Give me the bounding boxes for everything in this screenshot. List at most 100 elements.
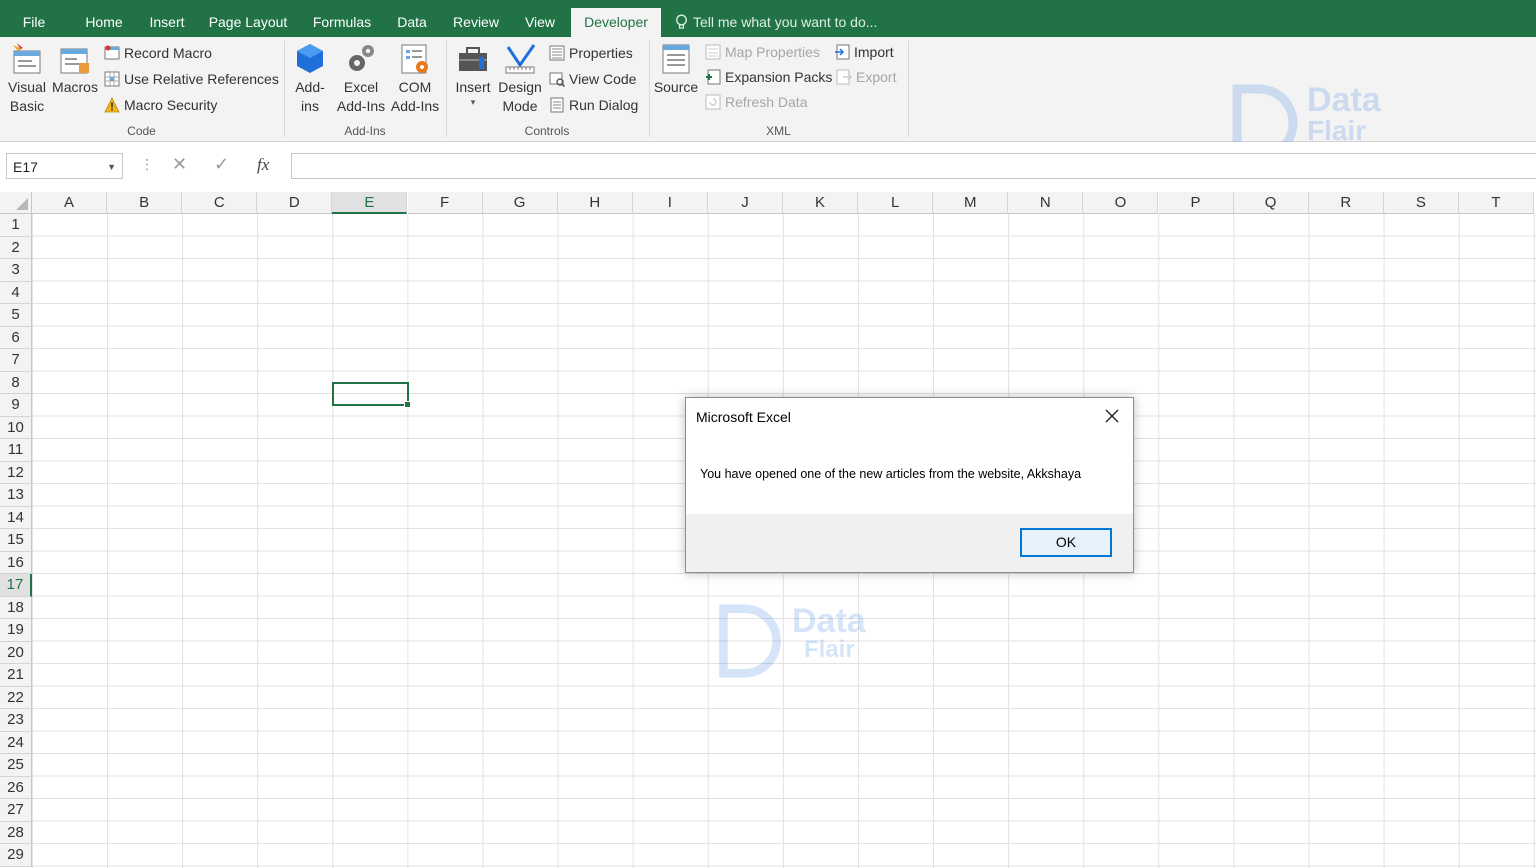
column-header-h[interactable]: H [557, 192, 633, 214]
row-header-5[interactable]: 5 [0, 304, 32, 327]
active-cell-e17[interactable] [332, 382, 411, 408]
tab-review[interactable]: Review [446, 0, 506, 37]
view-code-button[interactable]: View Code [549, 68, 636, 90]
row-header-2[interactable]: 2 [0, 236, 32, 259]
select-all-button[interactable] [0, 192, 32, 214]
refresh-data-button[interactable]: Refresh Data [705, 91, 807, 113]
tab-file[interactable]: File [12, 0, 56, 37]
tab-home[interactable]: Home [76, 0, 132, 37]
column-header-m[interactable]: M [933, 192, 1009, 214]
macro-security-label: Macro Security [124, 97, 218, 113]
column-header-g[interactable]: G [482, 192, 558, 214]
insert-controls-label: Insert [455, 79, 491, 95]
row-header-23[interactable]: 23 [0, 709, 32, 732]
column-header-r[interactable]: R [1308, 192, 1384, 214]
row-header-1[interactable]: 1 [0, 214, 32, 237]
column-header-o[interactable]: O [1083, 192, 1159, 214]
row-header-15[interactable]: 15 [0, 529, 32, 552]
import-button[interactable]: Import [834, 41, 894, 63]
tab-formulas[interactable]: Formulas [305, 0, 379, 37]
ok-button[interactable]: OK [1020, 528, 1112, 557]
row-header-6[interactable]: 6 [0, 326, 32, 349]
formula-input[interactable] [291, 153, 1536, 179]
design-mode-icon [505, 44, 536, 74]
insert-controls-button[interactable]: Insert ▾ [451, 41, 495, 107]
close-icon[interactable] [1101, 405, 1123, 427]
row-header-16[interactable]: 16 [0, 551, 32, 574]
insert-function-icon[interactable]: fx [257, 155, 269, 175]
row-header-11[interactable]: 11 [0, 439, 32, 462]
visual-basic-button[interactable]: Visual Basic [4, 41, 50, 116]
column-header-i[interactable]: I [632, 192, 708, 214]
row-header-10[interactable]: 10 [0, 416, 32, 439]
column-header-d[interactable]: D [257, 192, 333, 214]
com-add-ins-button[interactable]: COM Add-Ins [388, 41, 442, 116]
row-header-4[interactable]: 4 [0, 281, 32, 304]
excel-add-ins-button[interactable]: Excel Add-Ins [334, 41, 388, 116]
properties-icon [549, 45, 565, 61]
tab-page-layout[interactable]: Page Layout [202, 0, 294, 37]
expansion-packs-button[interactable]: Expansion Packs [705, 66, 832, 88]
row-header-17[interactable]: 17 [0, 574, 32, 597]
design-mode-button[interactable]: Design Mode [496, 41, 544, 116]
column-header-q[interactable]: Q [1233, 192, 1309, 214]
use-relative-references-button[interactable]: Use Relative References [104, 68, 279, 90]
warning-icon [104, 97, 120, 113]
map-properties-button[interactable]: Map Properties [705, 41, 820, 63]
name-box-value: E17 [13, 159, 38, 175]
row-header-14[interactable]: 14 [0, 506, 32, 529]
export-icon [836, 69, 852, 85]
row-header-3[interactable]: 3 [0, 259, 32, 282]
row-header-20[interactable]: 20 [0, 641, 32, 664]
column-header-s[interactable]: S [1383, 192, 1459, 214]
tab-developer[interactable]: Developer [571, 8, 661, 37]
cancel-icon[interactable]: ✕ [172, 154, 187, 175]
macros-button[interactable]: Macros [52, 41, 98, 97]
row-header-19[interactable]: 19 [0, 619, 32, 642]
record-macro-button[interactable]: Record Macro [104, 42, 212, 64]
row-header-8[interactable]: 8 [0, 371, 32, 394]
tab-view[interactable]: View [516, 0, 564, 37]
column-header-f[interactable]: F [407, 192, 483, 214]
export-button[interactable]: Export [836, 66, 896, 88]
name-box[interactable]: E17 ▼ [6, 153, 123, 179]
xml-source-button[interactable]: Source [653, 41, 699, 97]
tell-me-text: Tell me what you want to do... [693, 14, 878, 30]
row-header-25[interactable]: 25 [0, 754, 32, 777]
tell-me-search[interactable]: Tell me what you want to do... [675, 14, 877, 30]
macro-security-button[interactable]: Macro Security [104, 94, 217, 116]
row-header-18[interactable]: 18 [0, 596, 32, 619]
column-header-b[interactable]: B [107, 192, 183, 214]
row-header-24[interactable]: 24 [0, 731, 32, 754]
row-header-13[interactable]: 13 [0, 484, 32, 507]
column-header-p[interactable]: P [1158, 192, 1234, 214]
tab-insert[interactable]: Insert [141, 0, 193, 37]
column-header-n[interactable]: N [1008, 192, 1084, 214]
row-header-9[interactable]: 9 [0, 394, 32, 417]
enter-check-icon[interactable]: ✓ [214, 154, 229, 175]
row-header-12[interactable]: 12 [0, 461, 32, 484]
chevron-down-icon[interactable]: ▼ [107, 154, 116, 180]
column-header-k[interactable]: K [783, 192, 859, 214]
excel-add-ins-label-1: Excel [343, 79, 379, 95]
refresh-icon [705, 94, 721, 110]
group-separator [908, 41, 909, 137]
run-dialog-button[interactable]: Run Dialog [549, 94, 638, 116]
properties-button[interactable]: Properties [549, 42, 633, 64]
row-header-7[interactable]: 7 [0, 349, 32, 372]
column-header-t[interactable]: T [1458, 192, 1534, 214]
column-header-c[interactable]: C [182, 192, 258, 214]
column-header-j[interactable]: J [707, 192, 783, 214]
row-header-22[interactable]: 22 [0, 686, 32, 709]
column-header-l[interactable]: L [858, 192, 934, 214]
row-header-21[interactable]: 21 [0, 664, 32, 687]
row-header-27[interactable]: 27 [0, 799, 32, 822]
row-header-28[interactable]: 28 [0, 821, 32, 844]
row-header-29[interactable]: 29 [0, 844, 32, 867]
add-ins-button[interactable]: Add- ins [288, 41, 332, 116]
column-header-e[interactable]: E [332, 192, 408, 214]
design-mode-label-1: Design [498, 79, 542, 95]
tab-data[interactable]: Data [388, 0, 436, 37]
row-header-26[interactable]: 26 [0, 776, 32, 799]
column-header-a[interactable]: A [32, 192, 108, 214]
